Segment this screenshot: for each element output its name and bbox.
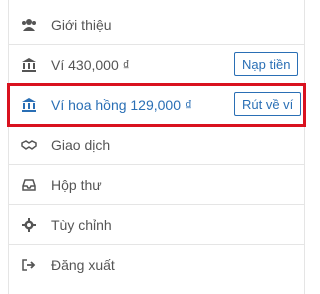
menu-item-inbox[interactable]: Hộp thư xyxy=(9,165,304,205)
commission-wallet-balance: Ví hoa hồng 129,000 ₫ xyxy=(51,96,193,113)
bank-icon xyxy=(21,57,37,73)
inbox-icon xyxy=(21,177,37,193)
menu-item-about[interactable]: Giới thiệu xyxy=(9,5,304,45)
gear-icon xyxy=(21,217,37,233)
account-menu: Giới thiệu Ví 430,000 ₫ Nạp tiền Ví hoa … xyxy=(7,0,306,294)
menu-item-logout[interactable]: Đăng xuất xyxy=(9,245,304,285)
users-icon xyxy=(21,17,37,33)
wallet-balance: Ví 430,000 ₫ xyxy=(51,56,130,73)
handshake-icon xyxy=(21,137,37,153)
menu-item-label: Giới thiệu xyxy=(51,16,112,33)
menu-item-wallet[interactable]: Ví 430,000 ₫ Nạp tiền xyxy=(9,45,304,85)
top-up-button[interactable]: Nạp tiền xyxy=(234,52,299,76)
menu-item-label: Hộp thư xyxy=(51,176,102,193)
menu-item-label: Tùy chỉnh xyxy=(51,216,112,233)
menu-item-settings[interactable]: Tùy chỉnh xyxy=(9,205,304,245)
menu-item-label: Đăng xuất xyxy=(51,257,115,273)
menu-item-label: Giao dịch xyxy=(51,136,111,153)
withdraw-to-wallet-button[interactable]: Rút về ví xyxy=(234,92,302,116)
menu-item-commission-wallet[interactable]: Ví hoa hồng 129,000 ₫ Rút về ví xyxy=(7,83,306,127)
bank-icon xyxy=(21,97,37,113)
menu-item-transactions[interactable]: Giao dịch xyxy=(9,125,304,165)
sign-out-icon xyxy=(21,257,37,273)
